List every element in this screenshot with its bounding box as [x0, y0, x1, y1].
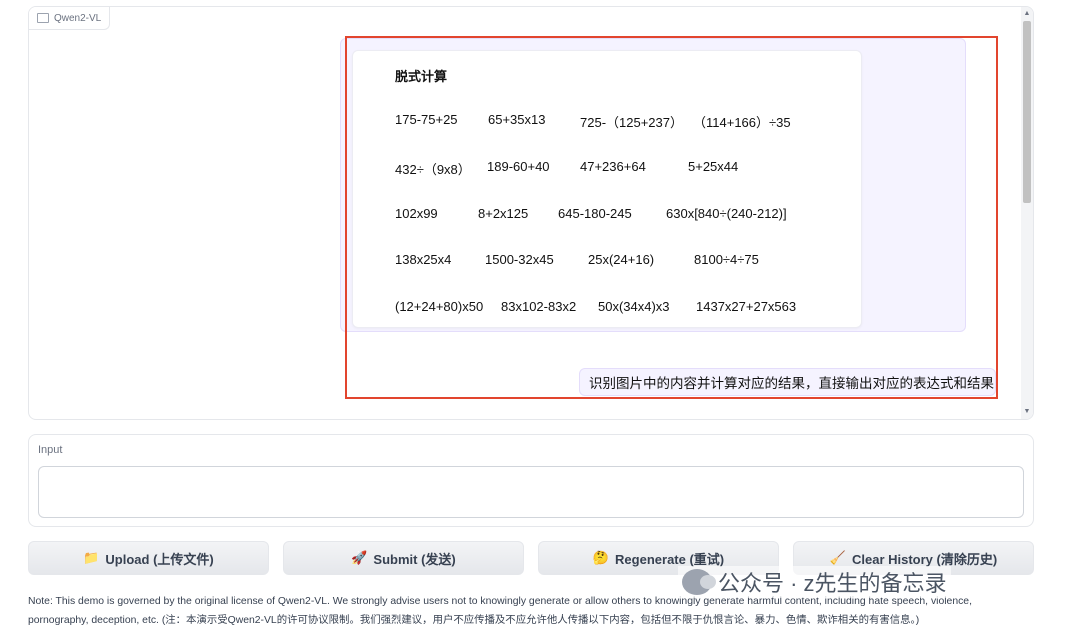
folder-icon: 📁	[83, 550, 100, 565]
chat-icon	[37, 13, 49, 23]
submit-button-label: Submit (发送)	[373, 551, 456, 567]
watermark-text: 公众号 · z先生的备忘录	[718, 571, 947, 596]
rocket-icon: 🚀	[351, 550, 368, 565]
upload-button[interactable]: 📁 Upload (上传文件)	[28, 541, 269, 575]
broom-icon: 🧹	[829, 550, 846, 565]
chat-scrollbar[interactable]: ▲ ▼	[1021, 7, 1033, 419]
highlight-annotation	[345, 36, 998, 399]
submit-button[interactable]: 🚀 Submit (发送)	[283, 541, 524, 575]
scroll-up-icon[interactable]: ▲	[1023, 10, 1031, 18]
chatbot-title: Qwen2-VL	[54, 12, 102, 24]
thinking-face-icon: 🤔	[592, 550, 610, 565]
regenerate-button-label: Regenerate (重试)	[615, 551, 725, 567]
scroll-down-icon[interactable]: ▼	[1023, 408, 1031, 416]
watermark: 公众号 · z先生的备忘录	[678, 566, 951, 598]
wechat-icon	[682, 569, 716, 595]
input-label: Input	[38, 444, 63, 456]
upload-button-label: Upload (上传文件)	[105, 551, 214, 567]
clear-history-button-label: Clear History (清除历史)	[851, 551, 998, 567]
message-input[interactable]	[38, 466, 1024, 518]
scrollbar-thumb[interactable]	[1023, 21, 1031, 203]
chatbot-label: Qwen2-VL	[29, 7, 111, 30]
